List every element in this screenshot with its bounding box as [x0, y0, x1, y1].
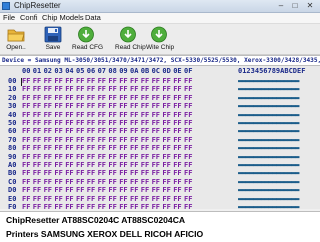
hex-byte[interactable]: FF	[162, 203, 170, 209]
hex-column-header: 03	[54, 67, 63, 75]
hex-byte[interactable]: FF	[98, 203, 106, 209]
app-window: ChipResetter – □ ✕ File Confi Chip Model…	[0, 0, 320, 242]
hex-column-header: 09	[119, 67, 128, 75]
hex-byte[interactable]: FF	[152, 203, 160, 209]
ascii-row: ▬▬▬▬▬▬▬▬▬▬▬▬▬▬▬▬	[238, 203, 300, 209]
hex-column-header: 0D	[162, 67, 171, 75]
toolbar: Open.. Save Read CFG Read Chip Wite Chip	[0, 24, 320, 55]
hex-byte[interactable]: FF	[184, 203, 192, 209]
open-button-label: Open..	[6, 44, 26, 51]
hex-byte[interactable]: FF	[87, 203, 95, 209]
hex-byte[interactable]: FF	[22, 203, 30, 209]
hex-byte[interactable]: FF	[108, 203, 116, 209]
menu-file[interactable]: File	[3, 13, 15, 23]
menu-chip-models[interactable]: Chip Models	[42, 13, 84, 23]
hex-column-header: 0B	[140, 67, 150, 75]
hex-column-header: 01	[32, 67, 42, 75]
hex-column-header: 07	[97, 67, 107, 75]
hex-column-header: 02	[43, 67, 53, 75]
maximize-icon[interactable]: □	[290, 1, 300, 10]
hex-column-header: 06	[86, 67, 96, 75]
hex-byte[interactable]: FF	[119, 203, 127, 209]
folder-open-icon	[7, 29, 25, 42]
hex-column-header: 08	[108, 67, 117, 75]
ascii-column-header: 0123456789ABCDEF	[238, 67, 306, 75]
hex-byte[interactable]: FF	[44, 203, 52, 209]
write-chip-icon	[151, 26, 167, 43]
text-cursor	[21, 78, 22, 86]
read-cfg-button-label: Read CFG	[72, 44, 104, 51]
info-panel: ChipResetter AT88SC0204C AT88SC0204CA Pr…	[0, 211, 320, 242]
open-button[interactable]: Open..	[4, 25, 28, 53]
window-title: ChipResetter	[14, 1, 61, 10]
info-line-1: ChipResetter AT88SC0204C AT88SC0204CA	[6, 215, 186, 225]
hex-column-header: 05	[76, 67, 85, 75]
hex-column-header: 0F	[184, 67, 193, 75]
hex-byte[interactable]: FF	[141, 203, 149, 209]
hex-byte[interactable]: FF	[54, 203, 62, 209]
read-chip-icon	[120, 26, 136, 43]
hex-row-address: F0	[8, 203, 17, 209]
read-config-icon	[78, 26, 94, 43]
close-icon[interactable]: ✕	[305, 1, 315, 10]
menu-bar: File Confi Chip Models Data	[0, 13, 320, 24]
hex-column-header: 04	[65, 67, 74, 75]
read-chip-button-label: Read Chip	[115, 44, 146, 51]
menu-config[interactable]: Confi	[20, 13, 38, 23]
hex-byte[interactable]: FF	[33, 203, 41, 209]
hex-byte[interactable]: FF	[76, 203, 84, 209]
title-bar[interactable]: ChipResetter – □ ✕	[0, 0, 320, 13]
save-button[interactable]: Save	[42, 25, 64, 53]
info-line-2: Printers SAMSUNG XEROX DELL RICOH AFICIO	[6, 229, 204, 239]
hex-column-header: 0A	[130, 67, 139, 75]
floppy-disk-icon	[44, 26, 62, 43]
device-text: Device = Samsung ML-3050/3051/3470/3471/…	[2, 57, 320, 64]
hex-byte[interactable]: FF	[65, 203, 73, 209]
write-chip-button-label: Wite Chip	[146, 44, 175, 51]
hex-column-header: 0E	[173, 67, 182, 75]
save-button-label: Save	[45, 44, 61, 51]
hex-column-header: 0C	[151, 67, 161, 75]
app-icon	[2, 2, 10, 10]
hex-byte[interactable]: FF	[130, 203, 138, 209]
device-selector[interactable]: Device = Samsung ML-3050/3051/3470/3471/…	[0, 55, 320, 66]
write-chip-button[interactable]: Wite Chip	[146, 25, 175, 53]
hex-column-header: 00	[22, 67, 31, 75]
hex-byte[interactable]: FF	[173, 203, 181, 209]
minimize-icon[interactable]: –	[276, 1, 286, 10]
menu-data[interactable]: Data	[85, 13, 101, 23]
hex-editor[interactable]: 00 01 02 03 04 05 06 07 08 09 0A 0B 0C 0D 0E 0F 01234567…	[0, 66, 320, 209]
read-cfg-button[interactable]: Read CFG	[72, 25, 104, 53]
read-chip-button[interactable]: Read Chip	[115, 25, 146, 53]
